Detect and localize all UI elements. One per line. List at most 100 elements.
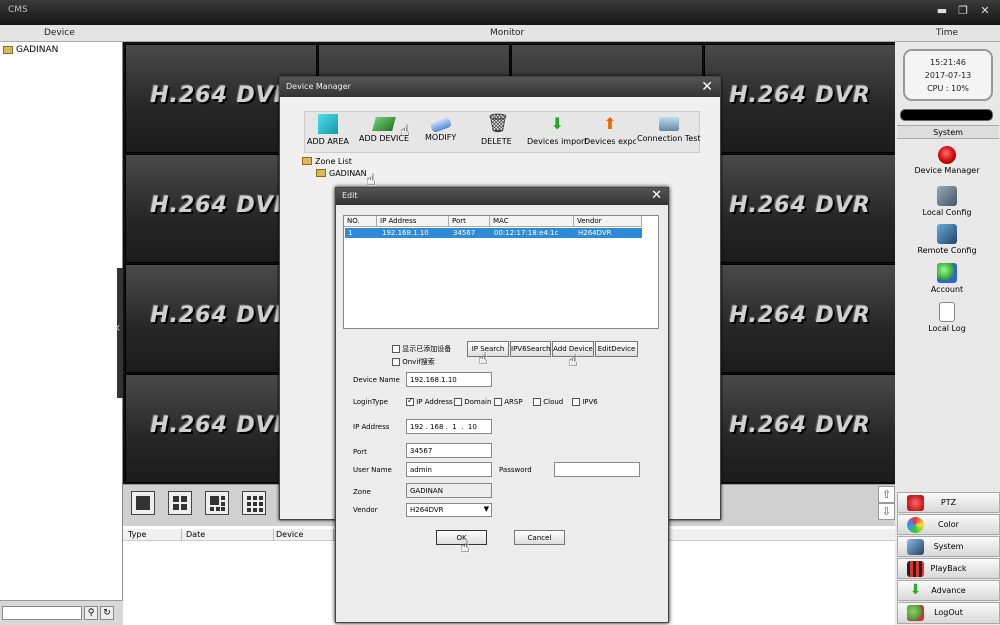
domain-checkbox[interactable] [454, 398, 462, 406]
close-icon[interactable]: ✕ [651, 188, 662, 203]
video-cell[interactable]: H.264 DVR [704, 374, 896, 483]
video-cell-label: H.264 DVR [729, 303, 871, 328]
layout-9-button[interactable] [242, 491, 266, 515]
search-icon[interactable]: ⚲ [84, 606, 98, 620]
ip-address-checkbox[interactable] [406, 396, 414, 406]
layout-1-button[interactable] [131, 491, 155, 515]
pointer-hand-icon: ☝ [366, 170, 376, 189]
export-icon: ⬆ [603, 114, 617, 133]
local-log-item[interactable]: Local Log [897, 302, 997, 333]
zone-list-label: Zone List [315, 156, 352, 166]
login-type-ipv6[interactable]: IPV6 [572, 398, 598, 406]
device-tree-root[interactable]: GADINAN [3, 45, 58, 55]
user-name-field[interactable]: admin [406, 462, 492, 477]
cpu-usage: CPU : 10% [927, 84, 969, 93]
playback-button[interactable]: PlayBack [897, 558, 1000, 579]
arrow-down-icon[interactable]: ⇩ [878, 503, 895, 520]
logout-button[interactable]: LogOut [897, 602, 1000, 624]
system-button[interactable]: System [897, 536, 1000, 557]
log-col-type: Type [128, 530, 147, 539]
login-type-arsp[interactable]: ARSP [494, 398, 523, 406]
modify-button[interactable]: MODIFY [425, 114, 456, 142]
account-item[interactable]: Account [897, 263, 997, 294]
port-field[interactable]: 34567 [406, 443, 492, 458]
pointer-hand-icon: ☝ [400, 121, 410, 140]
login-type-label: LoginType [353, 398, 388, 406]
zone-list-node[interactable]: Zone List [302, 155, 367, 167]
cell-ip: 192.168.1.10 [382, 229, 429, 237]
arsp-checkbox[interactable] [494, 398, 502, 406]
login-type-domain-label: Domain [464, 398, 492, 406]
close-icon[interactable]: ✕ [978, 5, 992, 17]
show-added-option[interactable]: 显示已添加设备 [392, 344, 451, 354]
device-name-field[interactable]: 192.168.1.10 [406, 372, 492, 387]
column-header: Device Monitor Time [0, 25, 1000, 42]
minimize-icon[interactable]: ▬ [935, 5, 949, 17]
ipv6-checkbox[interactable] [572, 398, 580, 406]
refresh-icon[interactable]: ↻ [100, 606, 114, 620]
video-cell[interactable]: H.264 DVR [704, 154, 896, 263]
local-config-item[interactable]: Local Config [897, 186, 997, 217]
col-vendor: Vendor [574, 216, 642, 227]
folder-icon [316, 169, 326, 177]
devices-export-button[interactable]: ⬆ Devices expo [584, 114, 636, 146]
remote-config-item[interactable]: Remote Config [897, 224, 997, 255]
add-area-button[interactable]: ADD AREA [307, 114, 349, 146]
user-name-label: User Name [353, 466, 392, 474]
devices-import-button[interactable]: ⬇ Devices import [527, 114, 587, 146]
device-manager-toolbar: ADD AREA ADD DEVICE MODIFY 🗑 DELETE ⬇ Devi… [304, 111, 701, 153]
log-col-date: Date [186, 530, 206, 539]
close-icon[interactable]: ✕ [701, 79, 713, 95]
table-row[interactable]: 1 192.168.1.10 34567 00:12:17:18:e4:1c H… [345, 228, 642, 238]
edit-device-button[interactable]: EditDevice [595, 341, 638, 357]
ip-address-field[interactable]: 192 . 168 . 1 . 10 [406, 419, 492, 434]
video-cell-label: H.264 DVR [729, 413, 871, 438]
vendor-select[interactable]: H264DVR ▼ [406, 503, 492, 517]
password-field[interactable] [554, 462, 640, 477]
remote-config-icon [937, 224, 957, 244]
layout-4-button[interactable] [168, 491, 192, 515]
arrow-up-icon[interactable]: ⇧ [878, 486, 895, 503]
login-type-ip-label: IP Address [416, 398, 453, 406]
col-port: Port [449, 216, 490, 227]
zone-tree: Zone List GADINAN [302, 155, 367, 179]
onvif-checkbox[interactable] [392, 358, 400, 366]
col-ip: IP Address [377, 216, 449, 227]
restore-icon[interactable]: ❐ [956, 5, 970, 17]
ip-address-label: IP Address [353, 423, 390, 431]
trash-icon: 🗑 [486, 113, 510, 134]
onvif-option[interactable]: Onvif搜索 [392, 357, 435, 367]
collapse-handle[interactable]: ‹ [115, 268, 123, 398]
layout-6-button[interactable] [205, 491, 229, 515]
show-added-label: 显示已添加设备 [402, 345, 452, 353]
add-area-icon [317, 114, 338, 134]
log-col-device: Device [276, 530, 304, 539]
show-added-checkbox[interactable] [392, 345, 400, 353]
password-label: Password [499, 466, 532, 474]
onvif-label: Onvif搜索 [402, 358, 435, 366]
color-button[interactable]: Color [897, 514, 1000, 535]
devices-export-label: Devices expo [584, 137, 636, 146]
login-type-domain[interactable]: Domain [454, 398, 491, 406]
ptz-button[interactable]: PTZ [897, 492, 1000, 513]
delete-button[interactable]: 🗑 DELETE [481, 113, 512, 147]
folder-icon [3, 46, 13, 54]
zone-item-node[interactable]: GADINAN [302, 167, 367, 179]
login-type-cloud[interactable]: Cloud [533, 398, 563, 406]
import-icon: ⬇ [550, 114, 564, 133]
ptz-icon [907, 495, 924, 511]
advance-button[interactable]: ⬇ Advance [897, 580, 1000, 601]
folder-icon [302, 157, 312, 165]
video-cell[interactable]: H.264 DVR [704, 44, 896, 153]
modify-label: MODIFY [425, 133, 457, 142]
cloud-checkbox[interactable] [533, 398, 541, 406]
device-search-input[interactable] [2, 606, 82, 620]
connection-test-button[interactable]: Connection Test [637, 114, 701, 143]
login-type-ip[interactable]: IP Address [406, 396, 453, 406]
cancel-button[interactable]: Cancel [514, 530, 565, 545]
ipv6-search-button[interactable]: IPV6Search [510, 341, 551, 357]
device-manager-item[interactable]: Device Manager [897, 146, 997, 175]
clock-display: 15:21:46 2017-07-13 CPU : 10% [903, 49, 993, 101]
zone-label: Zone [353, 488, 371, 496]
video-cell[interactable]: H.264 DVR [704, 264, 896, 373]
